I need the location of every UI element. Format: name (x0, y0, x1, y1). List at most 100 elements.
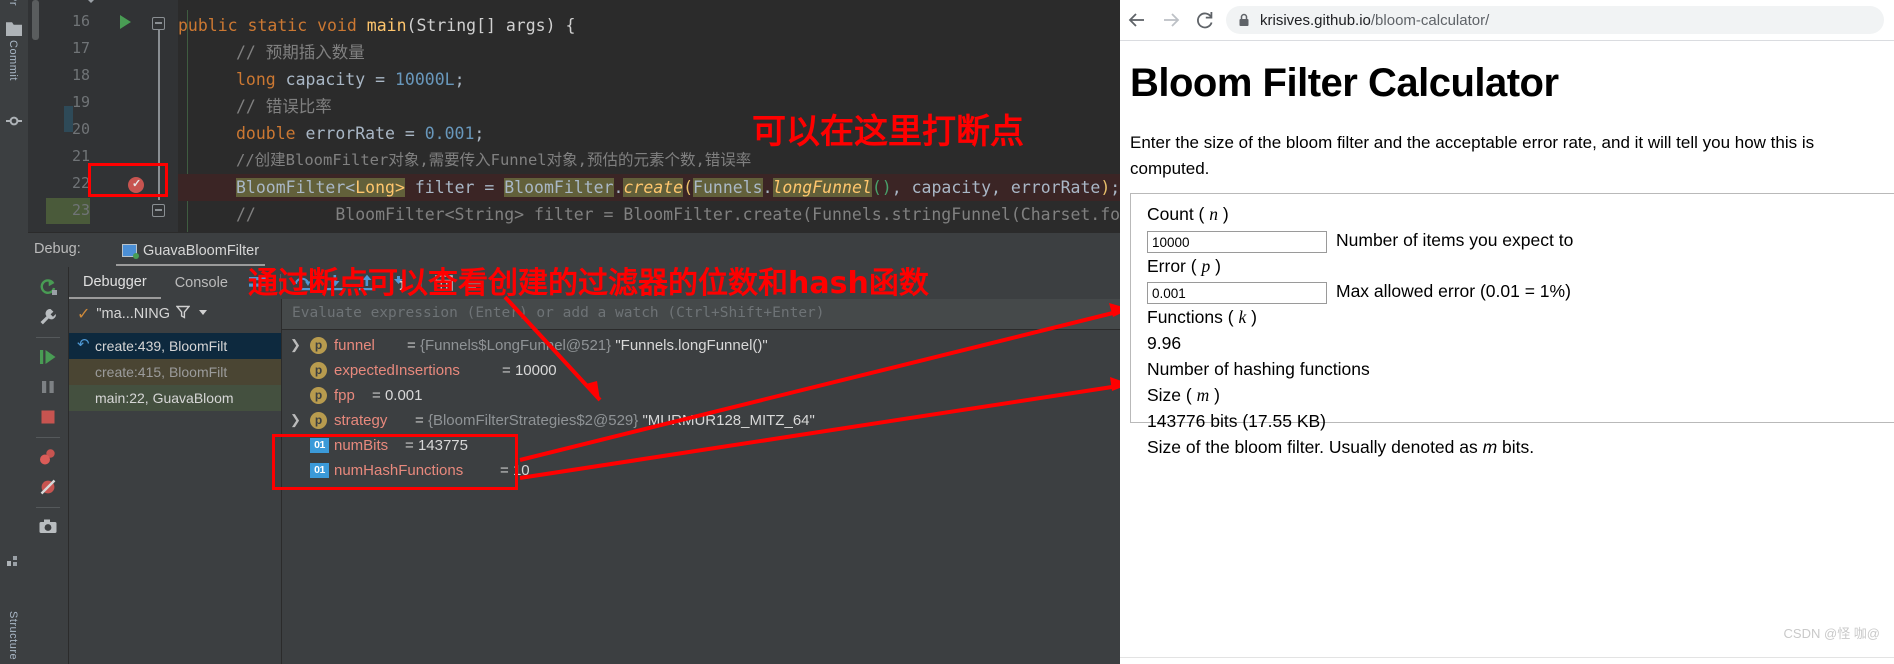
debug-run-config-tab[interactable]: GuavaBloomFilter (116, 237, 266, 266)
line-number: 17 (71, 39, 90, 57)
mute-breakpoints-icon[interactable] (38, 477, 58, 497)
functions-help-text: Number of hashing functions (1147, 359, 1370, 379)
run-gutter-icon[interactable] (120, 15, 131, 29)
variable-row-fpp[interactable]: p fpp = 0.001 (282, 383, 1120, 408)
functions-label-close: ) (1251, 307, 1257, 327)
sidebar-item-structure[interactable]: Structure (7, 611, 19, 660)
stop-program-icon[interactable] (38, 407, 58, 427)
resume-program-icon[interactable] (38, 347, 58, 367)
code-line-22[interactable]: BloomFilter<Long> filter = BloomFilter.c… (178, 174, 1120, 201)
tab-debugger[interactable]: Debugger (69, 268, 161, 299)
filter-funnel-icon[interactable] (175, 305, 191, 324)
commit-icon[interactable] (6, 113, 22, 129)
debug-actions-toolbar (28, 267, 68, 664)
keyword-double: double (236, 124, 296, 143)
code-line-18[interactable]: long capacity = 10000L; (178, 66, 1120, 93)
pause-program-icon[interactable] (38, 377, 58, 397)
fold-icon[interactable] (152, 204, 165, 217)
variable-equals: = (372, 387, 385, 404)
evaluate-expression-input[interactable]: Evaluate expression (Enter) or add a wat… (282, 299, 1120, 330)
run-configuration-icon (122, 244, 139, 259)
structure-icon[interactable] (6, 552, 22, 568)
forward-button[interactable] (1154, 3, 1188, 37)
functions-label-text: Functions ( (1147, 307, 1234, 327)
code-fragment: ; (454, 70, 465, 89)
frames-pane: ✓ "ma...NING ↶ create:439, BloomFilt cre… (69, 299, 282, 664)
keyword-long: long (236, 70, 276, 89)
code-fragment: (String[] args) { (406, 16, 576, 35)
error-label-close: ) (1215, 256, 1221, 276)
url-text: krisives.github.io/bloom-calculator/ (1260, 12, 1489, 29)
rerun-icon[interactable] (38, 277, 58, 297)
error-input[interactable] (1147, 282, 1327, 304)
editor-gutter[interactable]: 16 17 18 19 20 21 22 23 ✓ (46, 0, 178, 232)
code-line-16[interactable]: public static void main(String[] args) { (178, 12, 1120, 39)
sidebar-item-project[interactable]: Pr (7, 0, 19, 6)
keyword-public: public (178, 16, 238, 35)
variable-row-funnel[interactable]: ❯ p funnel = {Funnels$LongFunnel@521} "F… (282, 333, 1120, 358)
variable-name: strategy (334, 412, 388, 429)
code-line-23[interactable]: // BloomFilter<String> filter = BloomFil… (178, 201, 1120, 228)
keyword-void: void (317, 16, 357, 35)
stack-frame-row[interactable]: ↶ create:439, BloomFilt (69, 333, 281, 359)
scrollbar-thumb[interactable] (32, 0, 39, 40)
count-field-label: Count ( n ) (1147, 204, 1229, 225)
sidebar-item-commit[interactable]: Commit (7, 40, 19, 81)
chevron-down-icon[interactable] (196, 305, 210, 324)
variable-value: 0.001 (384, 387, 423, 404)
address-bar[interactable]: krisives.github.io/bloom-calculator/ (1226, 6, 1884, 34)
fold-icon[interactable] (152, 17, 165, 30)
frame-arrow-icon: ↶ (77, 336, 90, 353)
code-fragment: filter = (404, 178, 505, 197)
code-fragment: > (394, 178, 405, 197)
parameter-badge-icon: p (310, 337, 327, 354)
folder-icon[interactable] (6, 22, 22, 36)
watermark: CSDN @怪 咖@ (1783, 626, 1880, 641)
ide-window: Pr Commit Structure 16 17 18 19 20 21 22… (0, 0, 1120, 664)
back-button[interactable] (1120, 3, 1154, 37)
debug-label: Debug: (34, 241, 81, 257)
settings-wrench-icon[interactable] (38, 307, 58, 327)
lock-icon[interactable] (1238, 13, 1250, 27)
chevron-right-icon[interactable]: ❯ (290, 338, 304, 352)
left-tool-strip: Pr Commit Structure (0, 0, 29, 664)
stack-frame-label: create:415, BloomFilt (95, 364, 228, 380)
chevron-down-icon[interactable] (84, 0, 98, 3)
reload-button[interactable] (1188, 3, 1222, 37)
keyword-static: static (247, 16, 308, 35)
tab-console[interactable]: Console (161, 269, 242, 298)
variable-string-value: "Funnels.longFunnel()" (615, 337, 768, 354)
variable-row-strategy[interactable]: ❯ p strategy = {BloomFilterStrategies$2@… (282, 408, 1120, 433)
size-result-label: Size ( m ) (1147, 385, 1220, 406)
divider (36, 337, 60, 338)
code-fragment: . (762, 178, 773, 197)
camera-snapshot-icon[interactable] (38, 517, 58, 537)
error-label-text: Error ( (1147, 256, 1197, 276)
annotation-box-breakpoint (88, 163, 168, 197)
stack-frame-row[interactable]: main:22, GuavaBloom (69, 385, 281, 411)
code-fragment: ; (1110, 178, 1120, 197)
functions-result-label: Functions ( k ) (1147, 307, 1257, 328)
size-label-text: Size ( (1147, 385, 1192, 405)
code-fragment: ; (474, 124, 485, 143)
size-label-close: ) (1214, 385, 1220, 405)
view-breakpoints-icon[interactable] (38, 447, 58, 467)
thread-selector[interactable]: ✓ "ma...NING (69, 299, 281, 329)
count-label-var: n (1209, 204, 1219, 224)
annotation-debug-note: 通过断点可以查看创建的过滤器的位数和hash函数 (248, 266, 929, 301)
thread-status-check-icon: ✓ (77, 306, 91, 323)
annotation-box-numbits (272, 434, 518, 490)
size-help-b: bits. (1497, 437, 1535, 457)
divider (36, 507, 60, 508)
editor-scrollbar[interactable] (28, 0, 46, 232)
variable-name: expectedInsertions (334, 362, 460, 379)
size-help-a: Size of the bloom filter. Usually denote… (1147, 437, 1483, 457)
stack-frame-row[interactable]: create:415, BloomFilt (69, 359, 281, 385)
variable-row-expectedinsertions[interactable]: p expectedInsertions = 10000 (282, 358, 1120, 383)
count-input[interactable] (1147, 231, 1327, 253)
code-line-17[interactable]: // 预期插入数量 (178, 39, 1120, 66)
page-content: Bloom Filter Calculator Enter the size o… (1120, 41, 1894, 664)
code-fragment: BloomFilter< (236, 178, 356, 197)
line-number: 16 (71, 12, 90, 30)
chevron-right-icon[interactable]: ❯ (290, 413, 304, 427)
